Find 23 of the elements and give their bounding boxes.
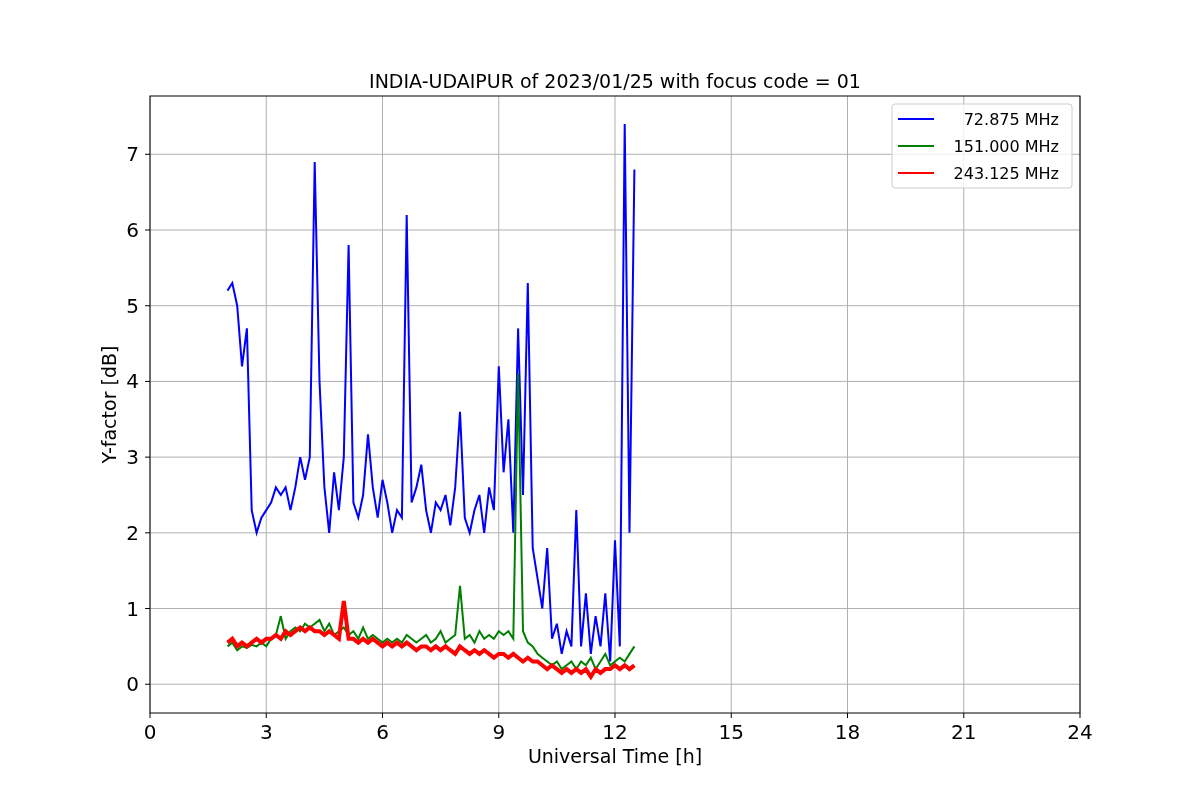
legend-label: 72.875 MHz — [963, 110, 1059, 129]
y-tick-label: 5 — [126, 293, 139, 318]
x-axis-label: Universal Time [h] — [527, 745, 703, 767]
y-tick-label: 2 — [126, 520, 139, 545]
x-tick-label: 24 — [1067, 720, 1093, 744]
x-tick-label: 3 — [259, 720, 273, 744]
x-tick-label: 6 — [376, 720, 389, 744]
x-tick-label: 15 — [718, 720, 744, 744]
legend-label: 243.125 MHz — [953, 164, 1059, 183]
y-tick-label: 3 — [126, 445, 139, 470]
y-tick-label: 6 — [126, 218, 139, 242]
y-tick-label: 7 — [126, 142, 139, 167]
y-axis-label: Y-factor [dB] — [98, 345, 120, 464]
x-tick-label: 9 — [492, 720, 506, 744]
chart-title: INDIA-UDAIPUR of 2023/01/25 with focus code = 01 — [369, 70, 861, 92]
x-tick-label: 0 — [143, 720, 157, 744]
y-tick-label: 4 — [126, 369, 139, 394]
x-tick-label: 21 — [951, 720, 977, 744]
x-tick-label: 12 — [602, 720, 628, 744]
legend-label: 151.000 MHz — [953, 137, 1059, 156]
y-tick-label: 1 — [126, 596, 139, 621]
x-tick-label: 18 — [834, 720, 861, 744]
y-tick-label: 0 — [126, 672, 139, 697]
